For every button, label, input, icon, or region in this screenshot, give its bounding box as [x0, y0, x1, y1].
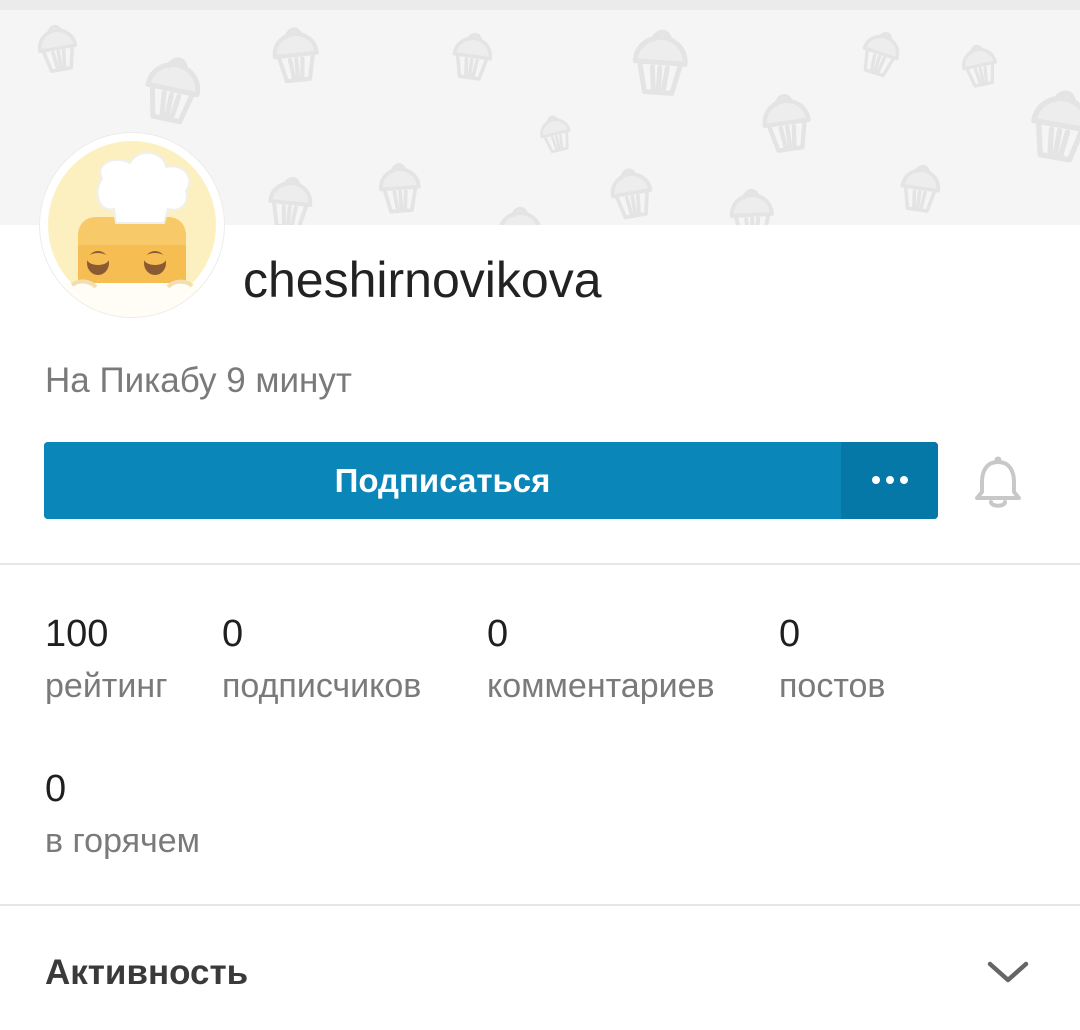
profile-page: cheshirnovikova На Пикабу 9 минут Подпис… [0, 0, 1080, 1030]
stat-rating-label: рейтинг [45, 667, 168, 705]
stat-comments-value: 0 [487, 613, 509, 655]
stat-subscribers[interactable]: 0 подписчиков [222, 611, 421, 706]
activity-section-toggle[interactable]: Активность [0, 908, 1080, 1030]
stat-posts-label: постов [779, 667, 886, 705]
divider [0, 904, 1080, 906]
notifications-bell-button[interactable] [972, 454, 1024, 510]
divider [0, 563, 1080, 565]
more-button[interactable] [841, 442, 938, 519]
status-strip [0, 0, 1080, 10]
username: cheshirnovikova [243, 252, 602, 308]
stat-rating-value: 100 [45, 613, 109, 655]
stat-hot[interactable]: 0 в горячем [45, 766, 200, 861]
stat-rating: 100 рейтинг [45, 611, 168, 706]
stat-hot-value: 0 [45, 768, 67, 810]
chef-avatar-icon [48, 141, 216, 317]
more-dots-icon [872, 476, 908, 484]
activity-title: Активность [45, 953, 249, 992]
avatar[interactable] [40, 133, 224, 317]
stat-posts[interactable]: 0 постов [779, 611, 885, 706]
stat-subscribers-value: 0 [222, 613, 244, 655]
stat-hot-label: в горячем [45, 822, 201, 860]
stat-subscribers-label: подписчиков [222, 667, 422, 705]
bell-icon [975, 456, 1021, 508]
chevron-down-icon [986, 958, 1030, 988]
subscribe-button[interactable]: Подписаться [44, 442, 841, 519]
stat-comments[interactable]: 0 комментариев [487, 611, 715, 706]
subscribe-group: Подписаться [44, 442, 938, 519]
stat-posts-value: 0 [779, 613, 801, 655]
stat-comments-label: комментариев [487, 667, 715, 705]
member-since: На Пикабу 9 минут [45, 361, 352, 400]
